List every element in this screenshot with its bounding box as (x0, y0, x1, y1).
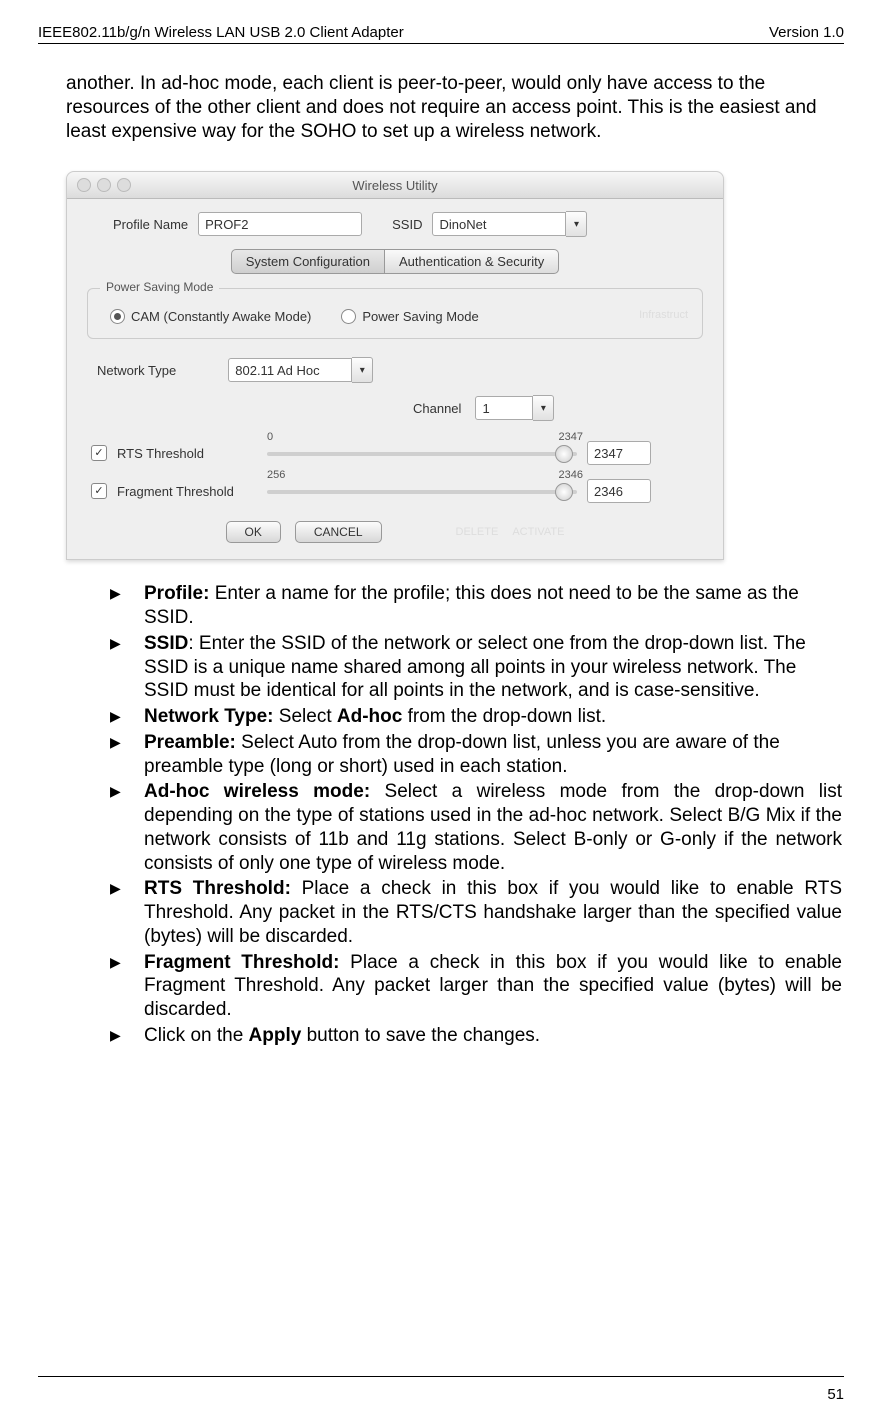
frag-max-label: 2346 (559, 469, 583, 481)
rts-max-label: 2347 (559, 431, 583, 443)
bullet-bold: Apply (249, 1025, 302, 1046)
bullet-bold: Profile: (144, 583, 209, 604)
bullet-plain: Click on the (144, 1025, 249, 1046)
rts-threshold-checkbox[interactable]: ✓ (91, 445, 107, 461)
ghost-activate: ACTIVATE (512, 526, 564, 538)
network-type-dropdown-button[interactable]: ▾ (352, 357, 373, 383)
slider-thumb-icon[interactable] (555, 445, 573, 463)
profile-name-label: Profile Name (113, 217, 188, 232)
fragment-threshold-value[interactable]: 2346 (587, 479, 651, 503)
rts-threshold-value[interactable]: 2347 (587, 441, 651, 465)
wireless-utility-window: Wireless Utility Profile Name PROF2 SSID… (66, 171, 724, 560)
list-item: ▶ Ad-hoc wireless mode: Select a wireles… (110, 780, 842, 875)
list-item: ▶ Fragment Threshold: Place a check in t… (110, 951, 842, 1022)
network-type-select[interactable]: 802.11 Ad Hoc (228, 358, 352, 382)
network-type-label: Network Type (97, 363, 176, 378)
bullet-bold: Network Type: (144, 706, 274, 727)
bullet-rest: button to save the changes. (301, 1025, 540, 1046)
fragment-threshold-slider[interactable]: 256 2346 (267, 481, 577, 501)
bullet-icon: ▶ (110, 951, 144, 1022)
fragment-threshold-checkbox[interactable]: ✓ (91, 483, 107, 499)
header-rule (38, 43, 844, 44)
radio-cam-label: CAM (Constantly Awake Mode) (131, 309, 311, 324)
bullet-bold2: Ad-hoc (337, 706, 402, 727)
rts-threshold-slider[interactable]: 0 2347 (267, 443, 577, 463)
frag-min-label: 256 (267, 469, 285, 481)
power-saving-mode-group: Power Saving Mode CAM (Constantly Awake … (87, 288, 703, 339)
radio-power-saving[interactable]: Power Saving Mode (341, 309, 478, 324)
window-title: Wireless Utility (67, 178, 723, 193)
channel-dropdown-button[interactable]: ▾ (533, 395, 554, 421)
list-item: ▶ Click on the Apply button to save the … (110, 1024, 842, 1048)
radio-dot-icon (341, 309, 356, 324)
profile-name-input[interactable]: PROF2 (198, 212, 362, 236)
bullet-bold: SSID (144, 633, 188, 654)
ssid-label: SSID (392, 217, 422, 232)
bullet-icon: ▶ (110, 877, 144, 948)
tab-system-configuration[interactable]: System Configuration (231, 249, 385, 274)
ssid-input[interactable]: DinoNet (432, 212, 566, 236)
cancel-button[interactable]: CANCEL (295, 521, 382, 543)
page-number: 51 (827, 1386, 844, 1403)
bullet-rest: Enter a name for the profile; this does … (144, 583, 799, 628)
header-left: IEEE802.11b/g/n Wireless LAN USB 2.0 Cli… (38, 24, 404, 41)
list-item: ▶ Network Type: Select Ad-hoc from the d… (110, 705, 842, 729)
bullet-bold: Ad-hoc wireless mode: (144, 781, 370, 802)
bullet-icon: ▶ (110, 632, 144, 703)
power-saving-mode-title: Power Saving Mode (100, 280, 219, 294)
footer-rule (38, 1376, 844, 1377)
radio-psm-label: Power Saving Mode (362, 309, 478, 324)
bullet-icon: ▶ (110, 731, 144, 779)
list-item: ▶ RTS Threshold: Place a check in this b… (110, 877, 842, 948)
bullet-bold: Preamble: (144, 732, 236, 753)
window-titlebar: Wireless Utility (67, 172, 723, 199)
slider-thumb-icon[interactable] (555, 483, 573, 501)
rts-threshold-label: RTS Threshold (117, 446, 257, 461)
ghost-delete: DELETE (456, 526, 499, 538)
bullet-icon: ▶ (110, 780, 144, 875)
list-item: ▶ Profile: Enter a name for the profile;… (110, 582, 842, 630)
bullet-bold: Fragment Threshold: (144, 952, 339, 973)
bullet-rest: Select Auto from the drop-down list, unl… (144, 732, 780, 777)
intro-paragraph: another. In ad-hoc mode, each client is … (66, 72, 844, 143)
fragment-threshold-label: Fragment Threshold (117, 484, 257, 499)
radio-dot-icon (110, 309, 125, 324)
ok-button[interactable]: OK (226, 521, 281, 543)
bullet-rest: Select (274, 706, 337, 727)
header-right: Version 1.0 (769, 24, 844, 41)
ssid-dropdown-button[interactable]: ▾ (566, 211, 587, 237)
tab-authentication-security[interactable]: Authentication & Security (385, 249, 559, 274)
ghost-text: Infrastruct (639, 309, 688, 324)
radio-cam[interactable]: CAM (Constantly Awake Mode) (110, 309, 311, 324)
bullet-icon: ▶ (110, 705, 144, 729)
list-item: ▶ SSID: Enter the SSID of the network or… (110, 632, 842, 703)
bullet-rest2: from the drop-down list. (402, 706, 606, 727)
channel-select[interactable]: 1 (475, 396, 533, 420)
bullet-icon: ▶ (110, 582, 144, 630)
rts-min-label: 0 (267, 431, 273, 443)
channel-label: Channel (413, 401, 461, 416)
bullet-rest: : Enter the SSID of the network or selec… (144, 633, 806, 702)
bullet-bold: RTS Threshold: (144, 878, 291, 899)
list-item: ▶ Preamble: Select Auto from the drop-do… (110, 731, 842, 779)
bullet-icon: ▶ (110, 1024, 144, 1048)
bullet-list: ▶ Profile: Enter a name for the profile;… (110, 582, 842, 1047)
